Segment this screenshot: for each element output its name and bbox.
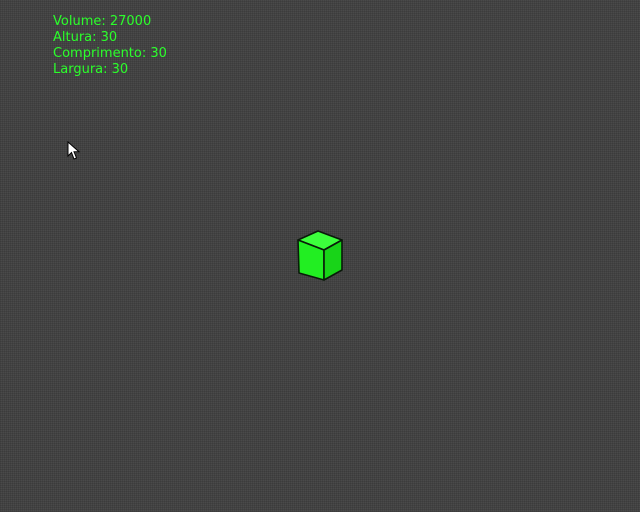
mouse-pointer-icon	[67, 141, 81, 160]
scene-canvas[interactable]: { "stats": { "volume": "Volume: 27000", …	[0, 0, 640, 512]
dimensions-panel: Volume: 27000 Altura: 30 Comprimento: 30…	[53, 14, 167, 78]
height-label: Altura: 30	[53, 30, 118, 45]
length-label: Comprimento: 30	[53, 46, 167, 61]
green-cube[interactable]	[294, 228, 346, 284]
width-label: Largura: 30	[53, 62, 129, 77]
volume-label: Volume: 27000	[53, 14, 152, 29]
